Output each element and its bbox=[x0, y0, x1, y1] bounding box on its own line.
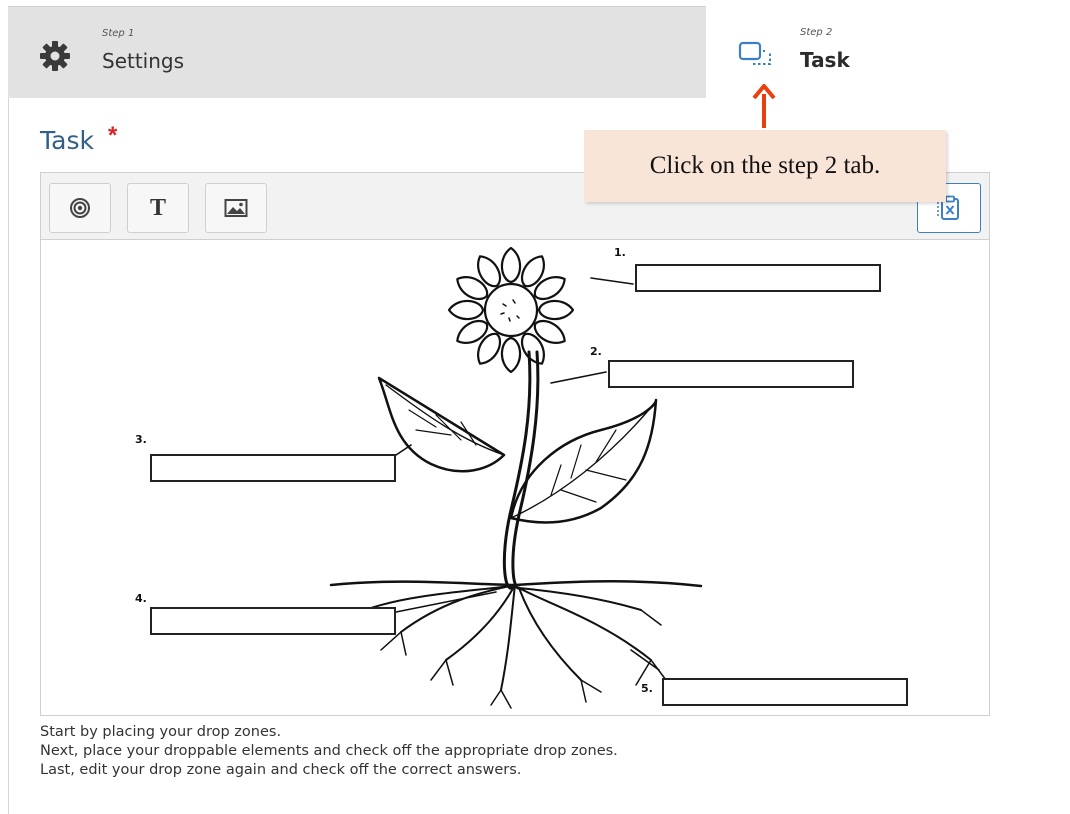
instructions: Start by placing your drop zones. Next, … bbox=[40, 723, 618, 780]
drag-drop-editor: T 1. 2. 3. 4. 5. bbox=[40, 172, 990, 716]
section-title: Task bbox=[40, 126, 94, 155]
image-icon bbox=[224, 199, 248, 217]
drop-zone-label-4: 4. bbox=[135, 592, 147, 605]
tab-settings-step: Step 1 bbox=[102, 28, 135, 39]
drop-zone-label-2: 2. bbox=[590, 345, 602, 358]
drop-zone-icon bbox=[738, 41, 771, 65]
step-tabs: Step 1 Settings Step 2 Task bbox=[8, 6, 1070, 98]
add-image-button[interactable] bbox=[205, 183, 267, 233]
tab-settings-label: Settings bbox=[102, 49, 185, 73]
instruction-line: Next, place your droppable elements and … bbox=[40, 743, 618, 759]
drop-zone-label-1: 1. bbox=[614, 246, 626, 259]
plant-diagram-image: 1. 2. 3. 4. 5. bbox=[135, 246, 908, 709]
tab-task-step: Step 2 bbox=[800, 27, 833, 38]
tab-settings[interactable]: Step 1 Settings bbox=[8, 6, 706, 98]
callout-arrow-icon bbox=[752, 84, 776, 128]
instruction-line: Last, edit your drop zone again and chec… bbox=[40, 762, 522, 778]
tab-task-label: Task bbox=[800, 48, 850, 72]
instruction-line: Start by placing your drop zones. bbox=[40, 724, 282, 740]
instruction-callout: Click on the step 2 tab. bbox=[584, 130, 946, 202]
add-text-button[interactable]: T bbox=[127, 183, 189, 233]
add-drop-zone-button[interactable] bbox=[49, 183, 111, 233]
required-marker: * bbox=[108, 122, 118, 149]
gear-icon bbox=[40, 41, 70, 71]
text-icon: T bbox=[149, 194, 166, 221]
drop-zone-label-5: 5. bbox=[641, 682, 653, 695]
target-icon bbox=[70, 198, 90, 218]
task-canvas[interactable]: 1. 2. 3. 4. 5. bbox=[41, 240, 989, 715]
drop-zone-label-3: 3. bbox=[135, 433, 147, 446]
